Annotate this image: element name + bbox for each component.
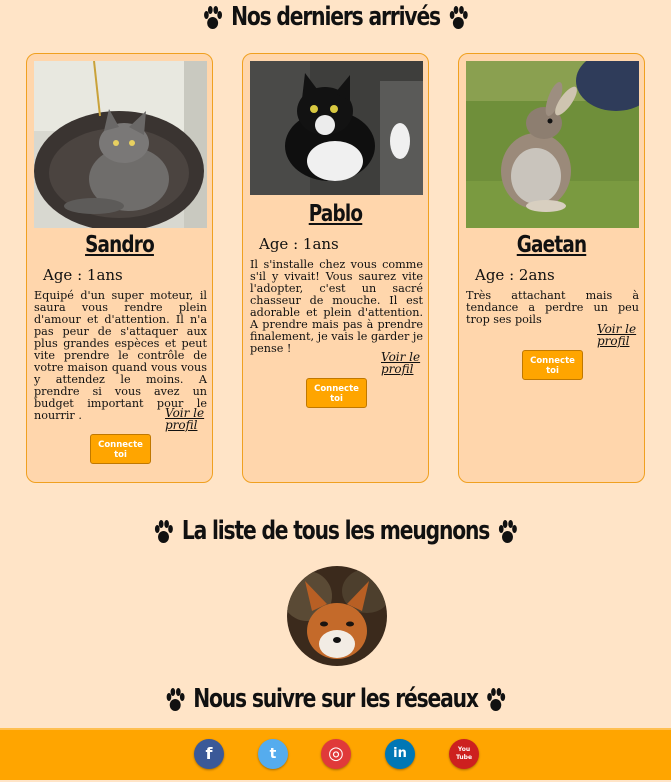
pet-age: Age : 2ans xyxy=(475,266,555,284)
pet-name: Pablo xyxy=(308,201,363,227)
connect-button[interactable]: Connecte toi xyxy=(90,434,151,464)
connect-button[interactable]: Connecte toi xyxy=(306,378,367,408)
pet-age: Age : 1ans xyxy=(43,266,123,284)
pet-description: Très attachant mais à tendance a perdre … xyxy=(466,289,639,326)
view-profile-link[interactable]: Voir le profil xyxy=(597,323,647,347)
section-title-social-text: Nous suivre sur les réseaux xyxy=(193,684,479,714)
section-title-social: Nous suivre sur les réseaux xyxy=(74,684,597,714)
view-profile-link[interactable]: Voir le profil xyxy=(381,351,431,375)
linkedin-icon[interactable]: in xyxy=(385,739,415,769)
connect-button[interactable]: Connecte toi xyxy=(522,350,583,380)
pet-name: Sandro xyxy=(85,232,155,258)
pet-card-sandro: Sandro Age : 1ans Equipé d'un super mote… xyxy=(26,53,213,483)
pet-age: Age : 1ans xyxy=(259,235,339,253)
footer-social-bar: f t ◎ in You Tube xyxy=(0,728,671,780)
pet-photo-gaetan xyxy=(466,61,639,228)
pet-card-pablo: Pablo Age : 1ans Il s'installe chez vous… xyxy=(242,53,429,483)
pet-description: Equipé d'un super moteur, il saura vous … xyxy=(34,289,207,422)
section-title-all: La liste de tous les meugnons xyxy=(74,516,597,546)
facebook-icon[interactable]: f xyxy=(194,739,224,769)
pet-description: Il s'installe chez vous comme s'il y viv… xyxy=(250,258,423,355)
view-profile-link[interactable]: Voir le profil xyxy=(165,407,215,431)
pet-photo-sandro xyxy=(34,61,207,228)
paw-icon xyxy=(498,519,517,543)
twitter-icon[interactable]: t xyxy=(258,739,288,769)
paw-icon xyxy=(154,519,173,543)
fox-avatar[interactable] xyxy=(287,566,387,666)
pet-photo-pablo xyxy=(250,61,423,195)
section-title-new-text: Nos derniers arrivés xyxy=(231,2,441,32)
pet-card-gaetan: Gaetan Age : 2ans Très attachant mais à … xyxy=(458,53,645,483)
paw-icon xyxy=(487,687,506,711)
section-title-all-text: La liste de tous les meugnons xyxy=(181,516,490,546)
pet-cards: Sandro Age : 1ans Equipé d'un super mote… xyxy=(26,53,648,483)
paw-icon xyxy=(449,5,468,29)
paw-icon xyxy=(204,5,223,29)
section-title-new: Nos derniers arrivés xyxy=(74,2,597,32)
instagram-icon[interactable]: ◎ xyxy=(321,739,351,769)
youtube-icon[interactable]: You Tube xyxy=(449,739,479,769)
paw-icon xyxy=(166,687,185,711)
pet-name: Gaetan xyxy=(516,232,587,258)
